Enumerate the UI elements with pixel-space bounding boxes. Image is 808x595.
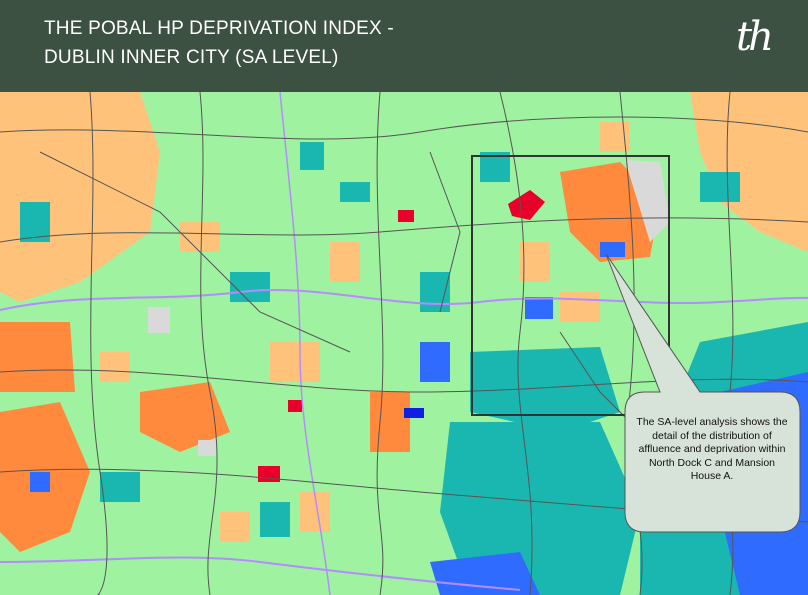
deprivation-map[interactable] [0,92,808,595]
patch-orange-4 [370,392,410,452]
patch-blue-3 [600,242,625,257]
patch-grey-2 [198,440,216,456]
patch-teal-2 [340,182,370,202]
title-line-1: THE POBAL HP DEPRIVATION INDEX - [44,18,394,39]
patch-blue-1 [525,297,553,319]
area-west-orange [0,322,75,392]
patch-orange-7 [220,512,250,542]
patch-blue-dark [404,408,424,418]
patch-teal-1 [300,142,324,170]
patch-teal-3 [230,272,270,302]
patch-orange-3 [270,342,320,382]
patch-teal-5 [100,472,140,502]
patch-orange-10 [100,352,130,382]
patch-teal-8 [700,172,740,202]
patch-orange-1 [180,222,220,252]
patch-red-4 [258,466,280,482]
patch-teal-6 [260,502,290,537]
patch-grey-1 [148,307,170,333]
patch-orange-9 [520,242,550,282]
patch-orange-5 [560,292,600,322]
patch-red-3 [288,400,302,412]
patch-orange-2 [330,242,360,282]
callout-text: The SA-level analysis shows the detail o… [636,416,788,482]
header-bar: THE POBAL HP DEPRIVATION INDEX - DUBLIN … [0,0,808,92]
brand-logo: th [736,14,774,60]
patch-red-2 [398,210,414,222]
patch-blue-2 [420,342,450,382]
patch-blue-4 [30,472,50,492]
title-line-2: DUBLIN INNER CITY (SA LEVEL) [44,47,339,68]
page-title: THE POBAL HP DEPRIVATION INDEX - DUBLIN … [44,14,394,72]
patch-teal-7 [560,472,610,502]
